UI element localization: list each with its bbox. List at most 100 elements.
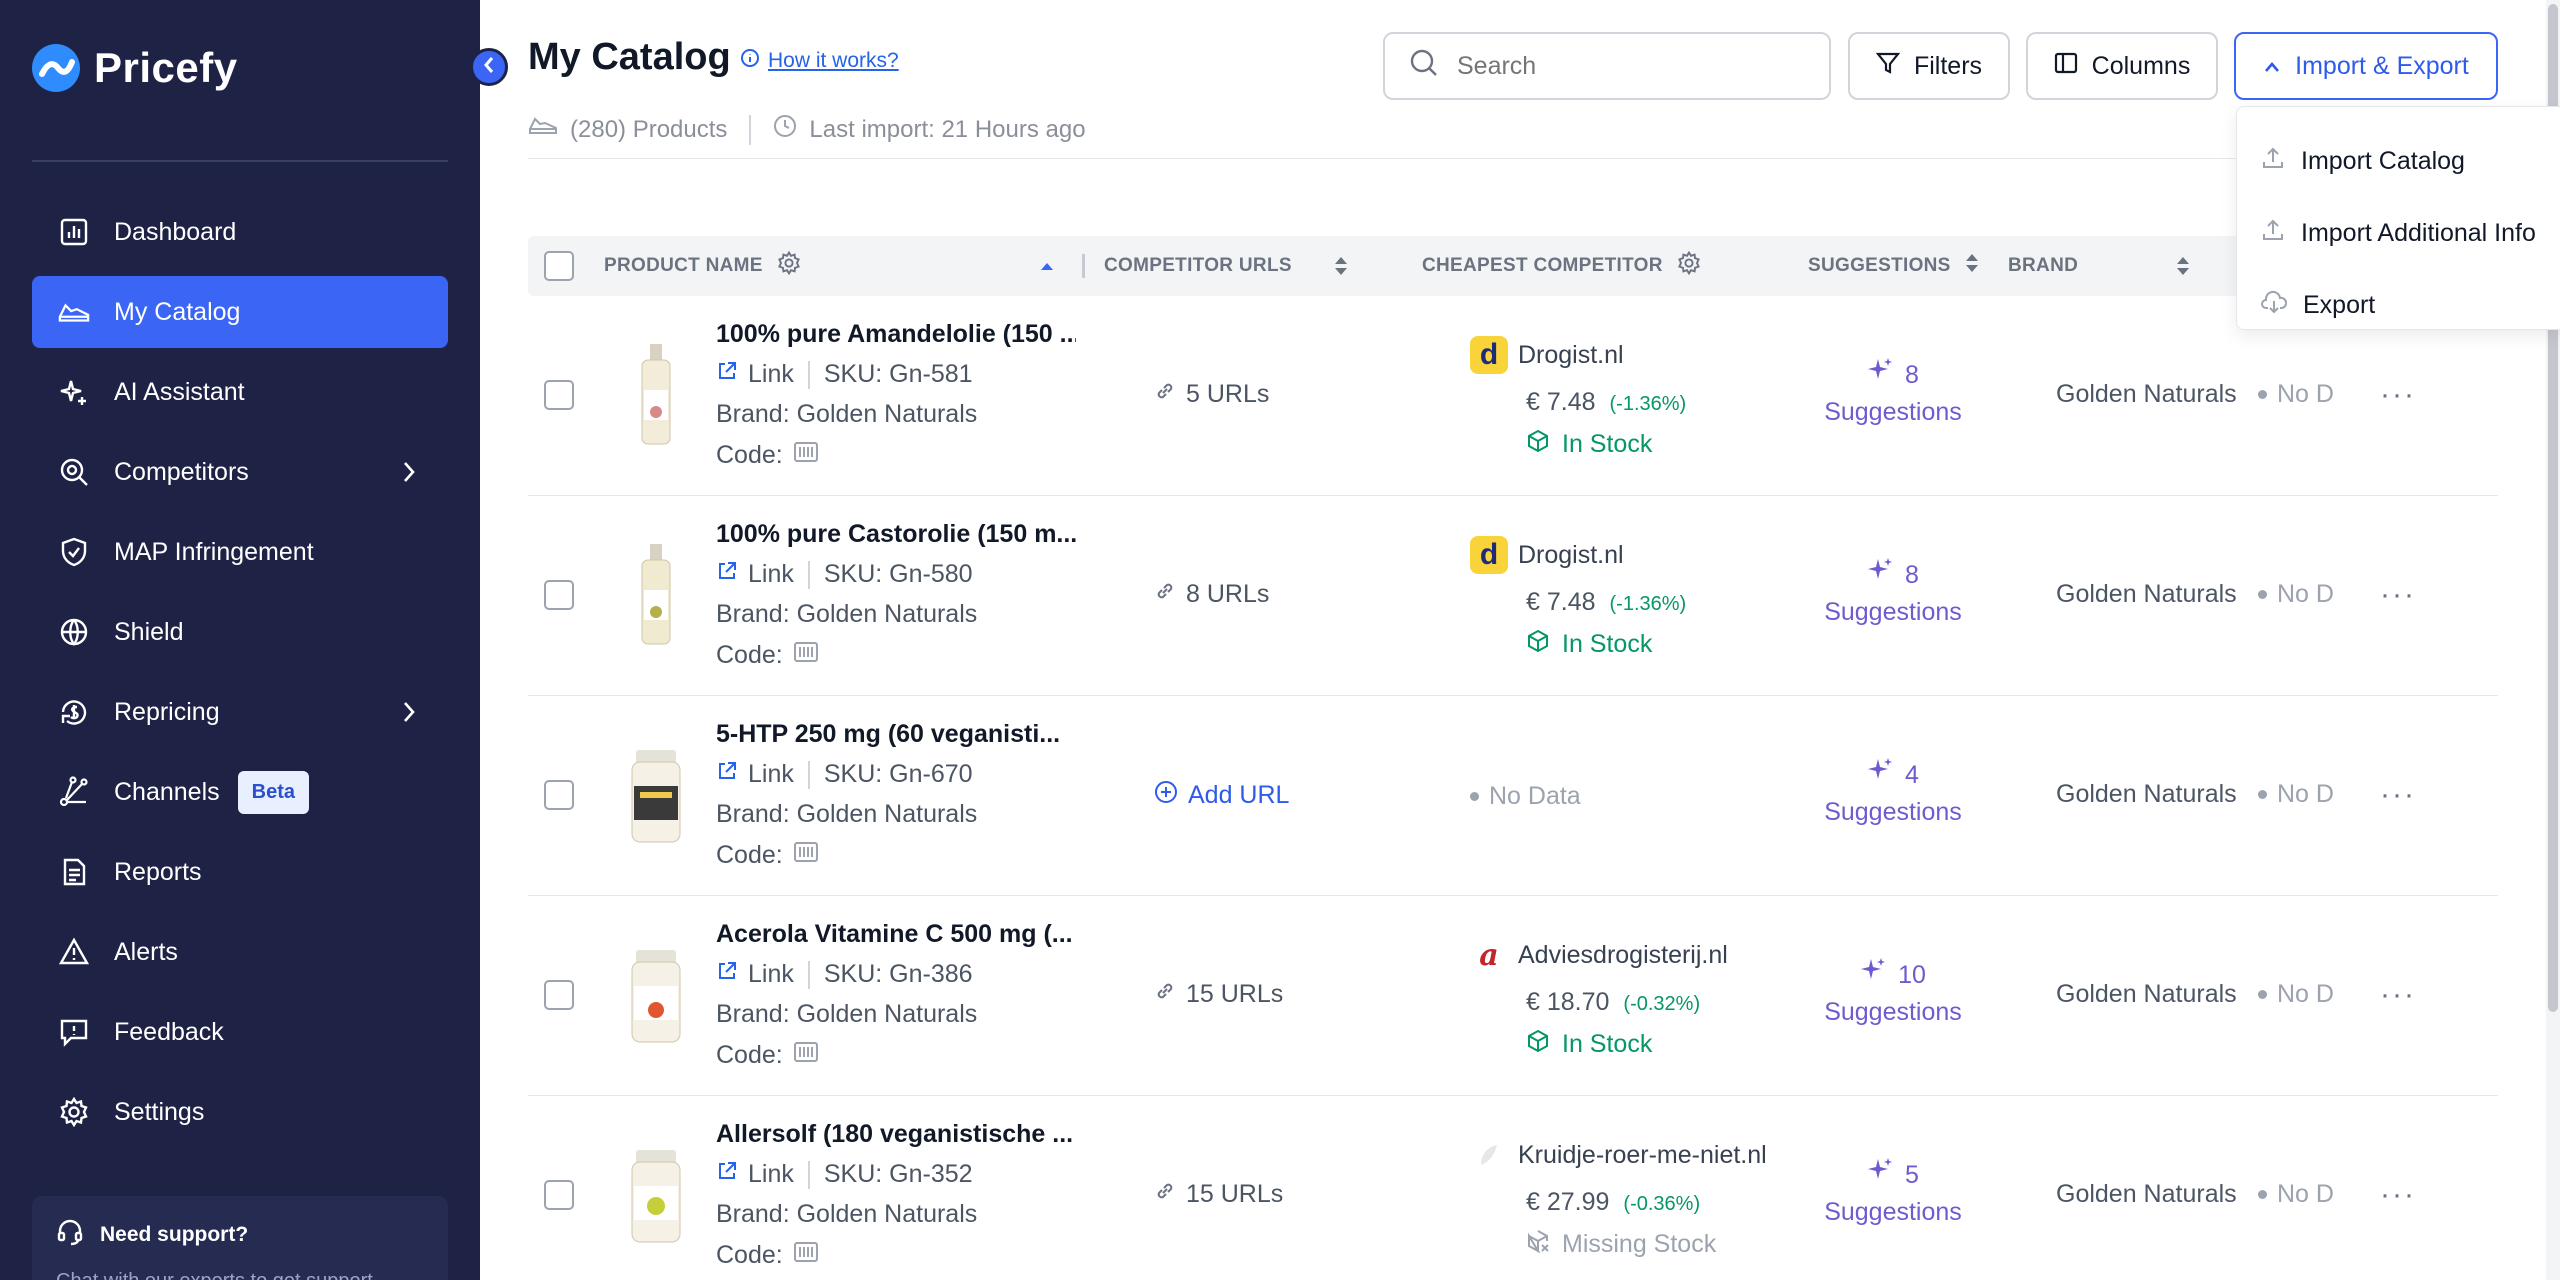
filters-button[interactable]: Filters <box>1848 32 2010 100</box>
sidebar-item-competitors[interactable]: Competitors <box>32 436 448 508</box>
menu-item-label: Export <box>2303 290 2376 319</box>
product-link[interactable]: Link <box>748 560 794 589</box>
more-options-button[interactable]: ··· <box>2380 778 2416 812</box>
external-link-icon[interactable] <box>716 960 738 989</box>
how-it-works-text[interactable]: How it works? <box>768 49 899 73</box>
columns-button[interactable]: Columns <box>2026 32 2218 100</box>
column-separator[interactable] <box>1082 254 1085 278</box>
suggestions-label: Suggestions <box>1824 998 1962 1026</box>
sidebar-item-reports[interactable]: Reports <box>32 836 448 908</box>
drogist-logo-icon: d <box>1470 336 1508 374</box>
table-row[interactable]: Allersolf (180 veganistische ... Link SK… <box>528 1096 2498 1280</box>
sort-asc-icon[interactable] <box>1040 236 1054 296</box>
sidebar-item-feedback[interactable]: Feedback <box>32 996 448 1068</box>
header-competitor-urls[interactable]: COMPETITOR URLS <box>1104 236 1292 296</box>
product-sku: SKU: Gn-580 <box>823 560 973 588</box>
sidebar-item-ai-assistant[interactable]: AI Assistant <box>32 356 448 428</box>
more-options-button[interactable]: ··· <box>2380 978 2416 1012</box>
product-code: Code: <box>716 640 819 671</box>
no-data-text: No Data <box>1489 782 1581 810</box>
more-options-button[interactable]: ··· <box>2380 578 2416 612</box>
suggestions[interactable]: 10 Suggestions <box>1818 956 1968 1030</box>
competitor-name[interactable]: Drogist.nl <box>1518 541 1624 570</box>
last-cell-text: No D <box>2277 580 2334 608</box>
sidebar-item-settings[interactable]: Settings <box>32 1076 448 1148</box>
sort-icon[interactable] <box>1334 236 1348 296</box>
external-link-icon[interactable] <box>716 1160 738 1189</box>
product-link-sku: Link SKU: Gn-580 <box>716 560 973 589</box>
upload-icon <box>2261 146 2285 177</box>
competitor-name[interactable]: Adviesdrogisterij.nl <box>1518 941 1728 970</box>
suggestions[interactable]: 8 Suggestions <box>1818 556 1968 630</box>
header-brand[interactable]: BRAND <box>2008 236 2078 296</box>
last-column-cell: No D <box>2258 580 2358 609</box>
row-checkbox[interactable] <box>544 580 574 610</box>
product-name[interactable]: 5-HTP 250 mg (60 veganisti... <box>716 720 1076 749</box>
stock-text: In Stock <box>1562 1030 1653 1058</box>
sort-icon[interactable] <box>2176 236 2190 296</box>
suggestions[interactable]: 8 Suggestions <box>1818 356 1968 430</box>
external-link-icon[interactable] <box>716 560 738 589</box>
menu-item-import-additional-info[interactable]: Import Additional Info <box>2237 197 2560 269</box>
sidebar-item-shield[interactable]: Shield <box>32 596 448 668</box>
row-checkbox[interactable] <box>544 380 574 410</box>
sort-icon[interactable] <box>1965 251 1979 281</box>
product-link[interactable]: Link <box>748 960 794 989</box>
suggestions[interactable]: 5 Suggestions <box>1818 1156 1968 1230</box>
more-options-button[interactable]: ··· <box>2380 378 2416 412</box>
gear-icon[interactable] <box>777 250 801 281</box>
external-link-icon[interactable] <box>716 760 738 789</box>
gear-icon[interactable] <box>1677 250 1701 281</box>
product-link[interactable]: Link <box>748 360 794 389</box>
table-row[interactable]: 100% pure Amandelolie (150 ... Link SKU:… <box>528 296 2498 496</box>
how-it-works-link[interactable]: How it works? <box>740 48 899 74</box>
box-icon <box>1526 1029 1550 1060</box>
more-options-button[interactable]: ··· <box>2380 1178 2416 1212</box>
sidebar-item-repricing[interactable]: Repricing <box>32 676 448 748</box>
table-row[interactable]: 100% pure Castorolie (150 m... Link SKU:… <box>528 496 2498 696</box>
sidebar-item-my-catalog[interactable]: My Catalog <box>32 276 448 348</box>
competitor-urls[interactable]: 8 URLs <box>1154 580 1269 609</box>
sidebar-item-channels[interactable]: Channels Beta <box>32 756 448 828</box>
header-suggestions[interactable]: SUGGESTIONS <box>1808 236 1979 296</box>
product-name[interactable]: 100% pure Castorolie (150 m... <box>716 520 1076 549</box>
row-checkbox[interactable] <box>544 780 574 810</box>
sidebar-item-map-infringement[interactable]: MAP Infringement <box>32 516 448 588</box>
product-name[interactable]: 100% pure Amandelolie (150 ... <box>716 320 1076 349</box>
products-count-text: (280) Products <box>570 115 728 143</box>
header-label: SUGGESTIONS <box>1808 255 1951 276</box>
sidebar-item-dashboard[interactable]: Dashboard <box>32 196 448 268</box>
product-name[interactable]: Allersolf (180 veganistische ... <box>716 1120 1076 1149</box>
external-link-icon[interactable] <box>716 360 738 389</box>
search-box[interactable] <box>1383 32 1831 100</box>
sidebar-item-alerts[interactable]: Alerts <box>32 916 448 988</box>
suggestions[interactable]: 4 Suggestions <box>1818 756 1968 830</box>
filter-icon <box>1875 51 1901 82</box>
product-name[interactable]: Acerola Vitamine C 500 mg (... <box>716 920 1076 949</box>
add-url-button[interactable]: Add URL <box>1154 780 1289 811</box>
menu-item-import-catalog[interactable]: Import Catalog <box>2237 125 2560 197</box>
pricefy-logo[interactable]: Pricefy <box>32 44 238 92</box>
row-checkbox[interactable] <box>544 980 574 1010</box>
select-all-checkbox[interactable] <box>544 251 574 281</box>
search-input[interactable] <box>1457 51 1797 81</box>
menu-item-export[interactable]: Export <box>2237 269 2560 341</box>
collapse-sidebar-button[interactable] <box>470 48 508 86</box>
import-export-button[interactable]: Import & Export <box>2234 32 2498 100</box>
competitor-urls[interactable]: 15 URLs <box>1154 980 1283 1009</box>
table-row[interactable]: Acerola Vitamine C 500 mg (... Link SKU:… <box>528 896 2498 1096</box>
table-row[interactable]: 5-HTP 250 mg (60 veganisti... Link SKU: … <box>528 696 2498 896</box>
main-content: My Catalog How it works? (280) Products … <box>480 0 2560 1280</box>
header-cheapest-competitor[interactable]: CHEAPEST COMPETITOR <box>1422 236 1701 296</box>
product-link[interactable]: Link <box>748 1160 794 1189</box>
competitor-name[interactable]: Kruidje-roer-me-niet.nl <box>1518 1141 1767 1170</box>
product-link[interactable]: Link <box>748 760 794 789</box>
header-product-name[interactable]: PRODUCT NAME <box>604 236 801 296</box>
competitor-name[interactable]: Drogist.nl <box>1518 341 1624 370</box>
competitor-urls[interactable]: 5 URLs <box>1154 380 1269 409</box>
upload-icon <box>2261 218 2285 249</box>
row-checkbox[interactable] <box>544 1180 574 1210</box>
competitor-urls[interactable]: 15 URLs <box>1154 1180 1283 1209</box>
product-sku: SKU: Gn-386 <box>823 960 973 988</box>
support-card[interactable]: Need support? Chat with our experts to g… <box>32 1196 448 1280</box>
